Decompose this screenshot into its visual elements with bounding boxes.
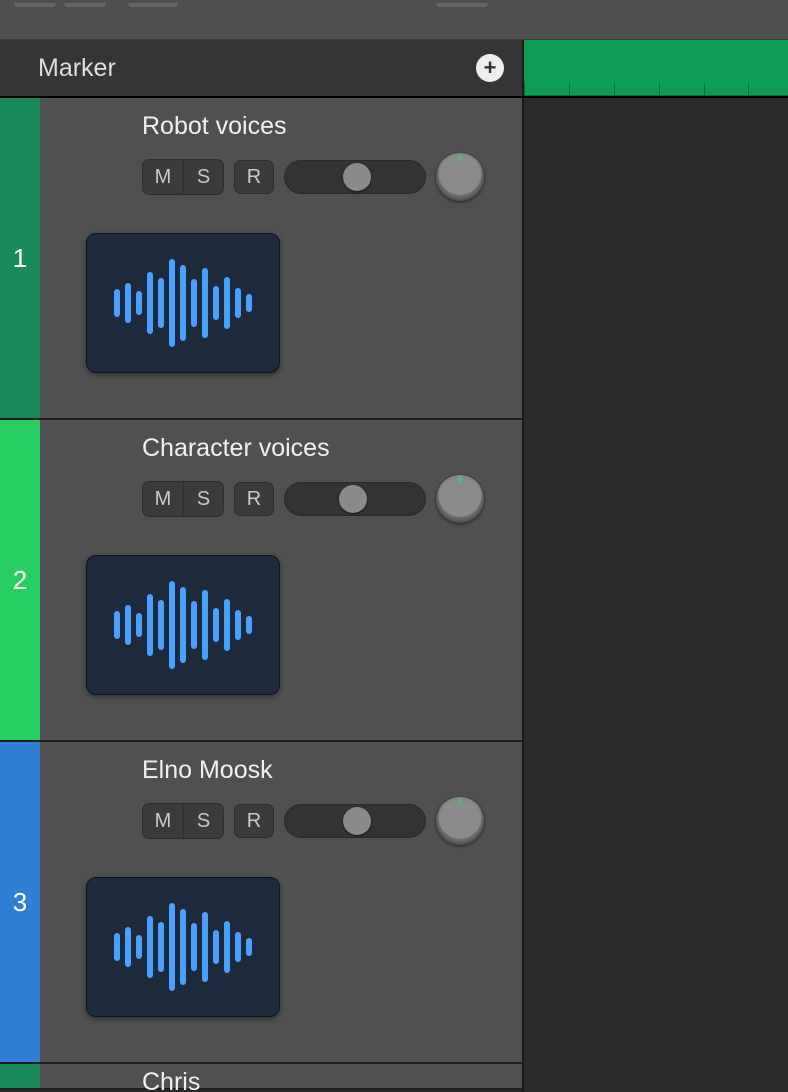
toolbar-remnant: [0, 0, 788, 40]
track-row[interactable]: 2Character voicesMSR: [0, 420, 522, 742]
solo-button[interactable]: S: [183, 482, 223, 516]
volume-knob[interactable]: [436, 797, 484, 845]
marker-header: Marker +: [0, 40, 524, 96]
record-enable-button[interactable]: R: [234, 160, 274, 194]
solo-button[interactable]: S: [183, 160, 223, 194]
mute-button[interactable]: M: [143, 482, 183, 516]
ghost-button: [64, 3, 106, 7]
track-number-strip[interactable]: 3: [0, 742, 40, 1062]
solo-button[interactable]: S: [183, 804, 223, 838]
track-body: Chris: [40, 1064, 522, 1088]
track-number-strip[interactable]: 1: [0, 98, 40, 418]
mute-solo-pair: MS: [142, 803, 224, 839]
mute-solo-pair: MS: [142, 481, 224, 517]
track-body: Robot voicesMSR: [40, 98, 522, 418]
ghost-button: [14, 3, 56, 7]
track-thumbnail[interactable]: [86, 233, 280, 373]
pan-slider[interactable]: [284, 160, 426, 194]
mute-solo-pair: MS: [142, 159, 224, 195]
track-body: Character voicesMSR: [40, 420, 522, 740]
record-enable-button[interactable]: R: [234, 482, 274, 516]
track-number-strip[interactable]: [0, 1064, 40, 1088]
volume-knob[interactable]: [436, 153, 484, 201]
track-row[interactable]: 3Elno MooskMSR: [0, 742, 522, 1064]
track-name: Elno Moosk: [142, 756, 502, 785]
track-number-strip[interactable]: 2: [0, 420, 40, 740]
timeline-area[interactable]: [524, 98, 788, 1092]
track-list: 1Robot voicesMSR2Character voicesMSR3Eln…: [0, 98, 524, 1092]
ruler[interactable]: [524, 40, 788, 96]
volume-knob[interactable]: [436, 475, 484, 523]
mute-button[interactable]: M: [143, 160, 183, 194]
track-name: Chris: [142, 1068, 502, 1092]
track-name: Robot voices: [142, 112, 502, 141]
track-body: Elno MooskMSR: [40, 742, 522, 1062]
ghost-button: [436, 3, 488, 7]
ghost-button: [128, 3, 178, 7]
record-enable-button[interactable]: R: [234, 804, 274, 838]
track-name: Character voices: [142, 434, 502, 463]
track-row[interactable]: Chris: [0, 1064, 522, 1090]
mute-button[interactable]: M: [143, 804, 183, 838]
marker-label: Marker: [38, 54, 116, 83]
track-thumbnail[interactable]: [86, 555, 280, 695]
pan-slider[interactable]: [284, 804, 426, 838]
pan-slider[interactable]: [284, 482, 426, 516]
marker-row: Marker +: [0, 40, 788, 98]
track-thumbnail[interactable]: [86, 877, 280, 1017]
track-row[interactable]: 1Robot voicesMSR: [0, 98, 522, 420]
add-marker-button[interactable]: +: [476, 54, 504, 82]
